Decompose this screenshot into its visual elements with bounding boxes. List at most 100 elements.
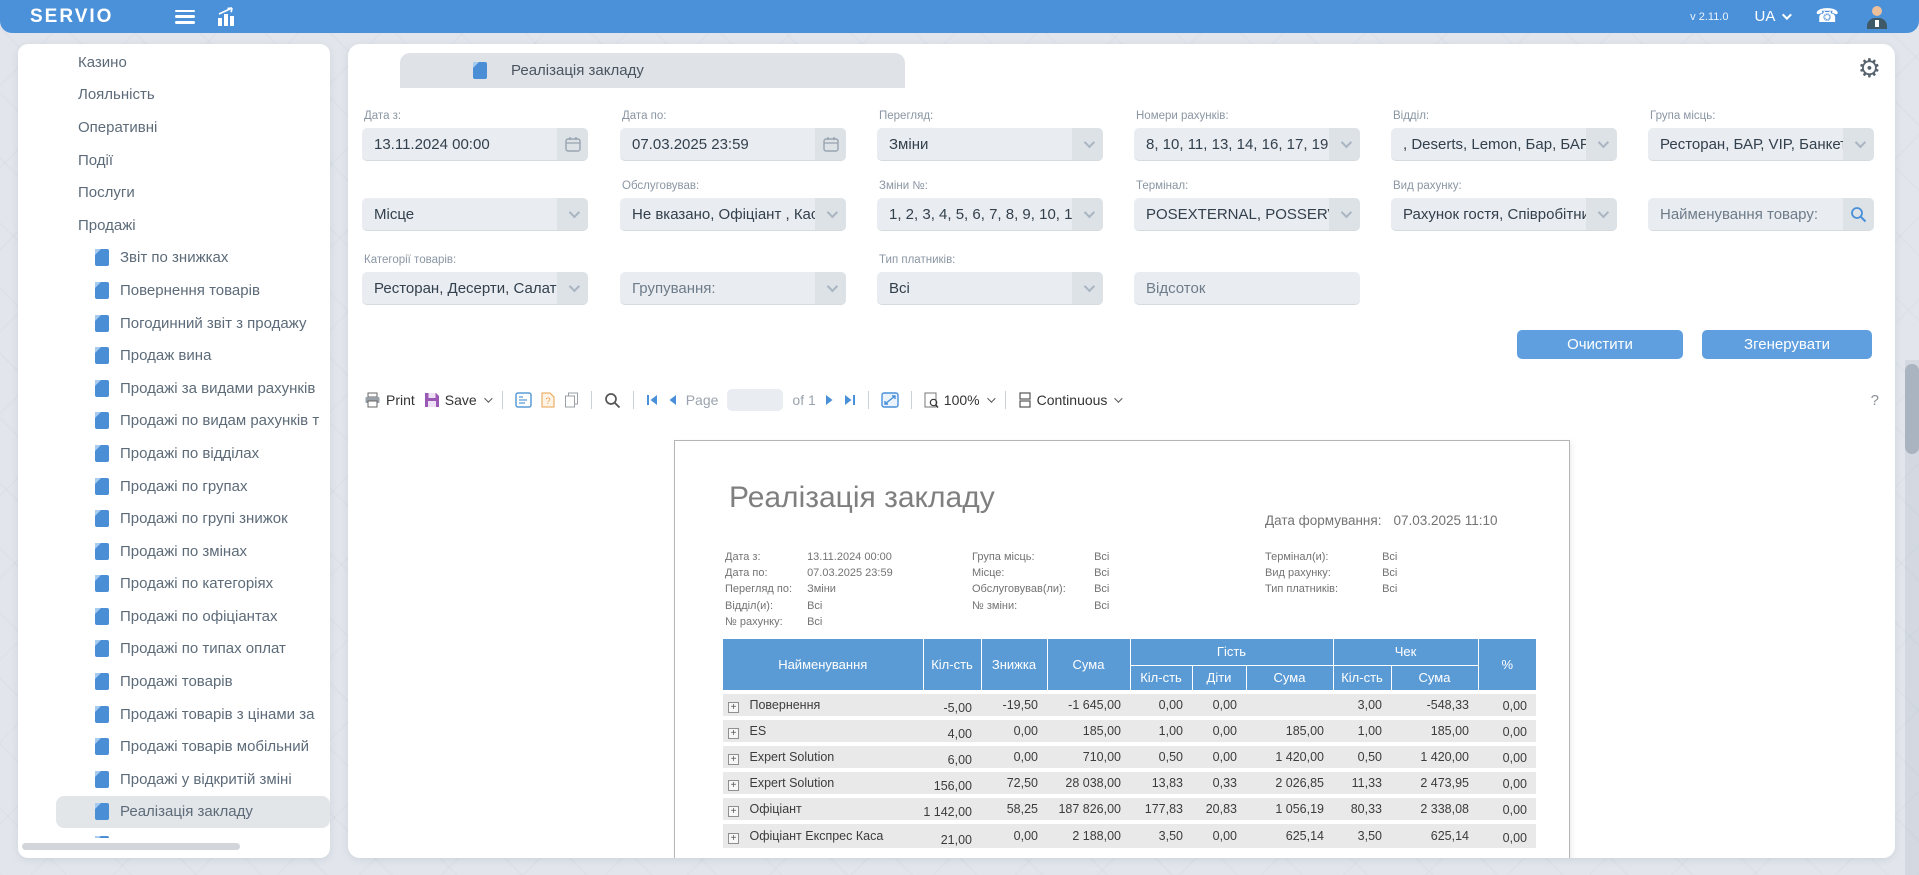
served-by-select[interactable]: Не вказано, Офіціант , Каси	[620, 198, 846, 231]
sidebar-item[interactable]: Звіт по знижках	[18, 242, 330, 275]
sidebar-item[interactable]: Лояльність	[18, 79, 330, 112]
expand-row-icon[interactable]	[728, 833, 739, 844]
search-icon[interactable]	[1843, 198, 1874, 230]
terminal-select[interactable]: POSEXTERNAL, POSSERVER	[1134, 198, 1360, 231]
payer-type-select[interactable]: Всі	[877, 272, 1103, 305]
copy-page-icon[interactable]	[564, 392, 579, 408]
chevron-down-icon[interactable]	[1329, 128, 1360, 160]
chevron-down-icon[interactable]	[1843, 128, 1874, 160]
help-icon[interactable]: ?	[1871, 392, 1879, 409]
product-categories-select[interactable]: Ресторан, Десерти, Салати,	[362, 272, 588, 305]
chevron-down-icon[interactable]	[557, 198, 588, 230]
user-avatar[interactable]	[1865, 5, 1889, 29]
sidebar-item[interactable]: Продажі по відділах	[18, 437, 330, 470]
chevron-down-icon[interactable]	[1072, 272, 1103, 304]
prev-page-button[interactable]	[667, 394, 677, 406]
language-selector[interactable]: UA	[1754, 8, 1789, 25]
sidebar-item[interactable]: Події	[18, 144, 330, 177]
chevron-down-icon[interactable]	[1072, 198, 1103, 230]
chevron-down-icon[interactable]	[815, 272, 846, 304]
sidebar-item[interactable]: Повернення товарів	[18, 274, 330, 307]
report-doc-icon	[95, 836, 109, 838]
page-input[interactable]	[727, 389, 783, 411]
chevron-down-icon[interactable]	[815, 198, 846, 230]
report-tab[interactable]: Реалізація закладу	[400, 53, 905, 88]
gear-icon[interactable]: ⚙	[1858, 54, 1881, 84]
scrollbar-thumb[interactable]	[1905, 364, 1919, 454]
sidebar-item[interactable]: Казино	[18, 46, 330, 79]
expand-row-icon[interactable]	[728, 754, 739, 765]
expand-row-icon[interactable]	[728, 806, 739, 817]
sidebar-item-label: Повернення товарів	[120, 282, 260, 299]
top-header: SERVIO v 2.11.0 UA ☎	[0, 0, 1919, 33]
account-numbers-select[interactable]: 8, 10, 11, 13, 14, 16, 17, 19, 23, 24,	[1134, 128, 1360, 161]
sidebar-item[interactable]: Продажі по типах оплат	[18, 633, 330, 666]
vertical-scrollbar[interactable]	[1905, 360, 1919, 875]
page-of-label: of 1	[792, 392, 815, 408]
calendar-icon[interactable]	[557, 128, 588, 160]
last-page-button[interactable]	[844, 394, 856, 406]
shift-numbers-select[interactable]: 1, 2, 3, 4, 5, 6, 7, 8, 9, 10, 11, 12, 1…	[877, 198, 1103, 231]
sidebar-item[interactable]: Продажі	[18, 209, 330, 242]
place-group-select[interactable]: Ресторан, БАР, VIP, Банкетн	[1648, 128, 1874, 161]
search-icon[interactable]	[604, 392, 621, 409]
chevron-down-icon[interactable]	[1072, 128, 1103, 160]
sidebar-item[interactable]: Продажі по змінах	[18, 535, 330, 568]
filter-account-kind: Вид рахунку: Рахунок гостя, Співробітни	[1391, 180, 1617, 231]
generate-button[interactable]: Згенерувати	[1702, 330, 1872, 359]
date-to-input[interactable]: 07.03.2025 23:59	[620, 128, 846, 161]
sidebar-item[interactable]: Оперативні	[18, 111, 330, 144]
save-button[interactable]: Save	[424, 392, 490, 408]
grouping-select[interactable]: Групування:	[620, 272, 846, 305]
department-select[interactable]: , Deserts, Lemon, Бар, БАР А	[1391, 128, 1617, 161]
sidebar-horizontal-scrollbar[interactable]	[22, 843, 240, 850]
sidebar-item[interactable]: Продажі товарів	[18, 665, 330, 698]
chevron-down-icon[interactable]	[1329, 198, 1360, 230]
sidebar-item[interactable]: Продажі товарів з цінами за	[18, 698, 330, 731]
report-generated: Дата формування:07.03.2025 11:10	[1265, 513, 1498, 528]
view-select[interactable]: Зміни	[877, 128, 1103, 161]
percent-input[interactable]: Відсоток	[1134, 272, 1360, 305]
phone-icon[interactable]: ☎	[1815, 5, 1839, 28]
report-doc-icon	[95, 640, 109, 657]
sidebar-item[interactable]: Погодинний звіт з продажу	[18, 307, 330, 340]
sidebar-item[interactable]: Продаж вина	[18, 339, 330, 372]
chevron-down-icon	[987, 394, 995, 402]
sidebar-item[interactable]: Продажі по видам рахунків т	[18, 405, 330, 438]
date-from-input[interactable]: 13.11.2024 00:00	[362, 128, 588, 161]
zoom-select[interactable]: 100%	[924, 392, 993, 409]
sidebar-item[interactable]: Реалізація закладу	[56, 796, 330, 829]
sidebar-item[interactable]: Продажі у відкритій зміні	[18, 763, 330, 796]
table-row: ES 4,00 0,00 185,00 1,00 0,00 185,00 1,0…	[723, 718, 1536, 744]
clear-button[interactable]: Очистити	[1517, 330, 1683, 359]
expand-row-icon[interactable]	[728, 780, 739, 791]
chevron-down-icon[interactable]	[1586, 128, 1617, 160]
chevron-down-icon[interactable]	[1586, 198, 1617, 230]
product-name-input[interactable]: Найменування товару:	[1648, 198, 1874, 231]
sidebar-item[interactable]: Продажі товарів мобільний	[18, 730, 330, 763]
parameters-panel-icon[interactable]	[515, 392, 532, 408]
first-page-button[interactable]	[646, 394, 658, 406]
sidebar-item[interactable]: Продажі по групах	[18, 470, 330, 503]
sidebar-item[interactable]: АВС - аналіз	[18, 828, 330, 838]
sidebar-item[interactable]: Послуги	[18, 176, 330, 209]
expand-row-icon[interactable]	[728, 728, 739, 739]
layout-select[interactable]: Continuous	[1018, 392, 1121, 408]
expand-row-icon[interactable]	[728, 702, 739, 713]
sidebar-item-label: Продажі товарів з цінами за	[120, 706, 314, 723]
analytics-icon[interactable]	[217, 7, 241, 26]
next-page-button[interactable]	[825, 394, 835, 406]
sidebar-item[interactable]: Продажі за видами рахунків	[18, 372, 330, 405]
col-group-check: Чек	[1333, 639, 1478, 665]
account-kind-select[interactable]: Рахунок гостя, Співробітни	[1391, 198, 1617, 231]
calendar-icon[interactable]	[815, 128, 846, 160]
document-info-icon[interactable]: ?	[541, 392, 555, 408]
print-button[interactable]: Print	[364, 392, 415, 408]
sidebar-item[interactable]: Продажі по офіціантах	[18, 600, 330, 633]
chevron-down-icon[interactable]	[557, 272, 588, 304]
sidebar-item[interactable]: Продажі по категоріях	[18, 568, 330, 601]
fullscreen-icon[interactable]	[881, 392, 899, 408]
place-select[interactable]: Місце	[362, 198, 588, 231]
hamburger-menu-icon[interactable]	[175, 10, 195, 24]
sidebar-item[interactable]: Продажі по групі знижок	[18, 502, 330, 535]
